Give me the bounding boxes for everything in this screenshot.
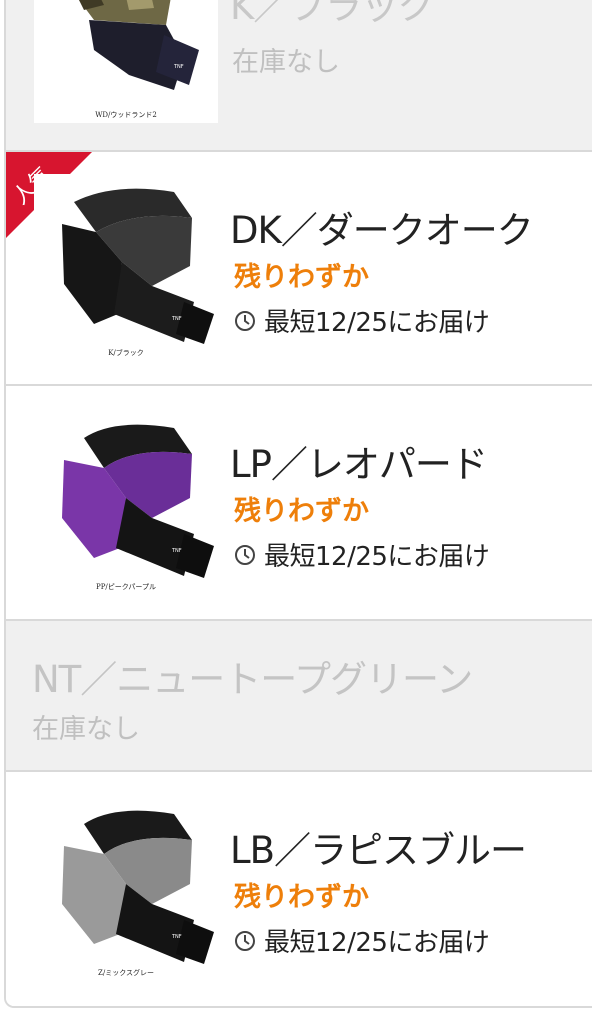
thumbnail-caption: WD/ウッドランド2: [95, 111, 157, 119]
product-thumbnail: TNF WD/ウッドランド2: [34, 0, 218, 123]
color-option-lb[interactable]: TNF Z/ミックスグレー LB／ラピスブルー 残りわずか 最短12/25にお届…: [6, 772, 592, 1006]
svg-text:TNF: TNF: [171, 548, 182, 554]
color-option-dk[interactable]: 人気 TNF K/ブラック DK／ダークオーク 残りわずか 最短12/25にお届…: [6, 152, 592, 386]
svg-text:TNF: TNF: [171, 316, 182, 322]
delivery-text: 最短12/25にお届け: [264, 308, 490, 338]
scarf-image: TNF: [79, 0, 199, 90]
color-option-name: K／ブラック: [230, 0, 434, 28]
stock-status: 残りわずか: [234, 496, 369, 527]
svg-text:TNF: TNF: [173, 64, 184, 70]
color-option-name: LB／ラピスブルー: [230, 829, 527, 872]
thumbnail-caption: K/ブラック: [108, 349, 144, 357]
stock-status: 残りわずか: [234, 882, 369, 913]
color-option-name: LP／レオパード: [230, 443, 488, 486]
color-option-name: DK／ダークオーク: [230, 209, 534, 252]
clock-icon: [235, 544, 255, 565]
scarf-image: TNF: [62, 810, 214, 964]
color-option-list: TNF WD/ウッドランド2 K／ブラック 在庫なし 人気 TNF K/ブラック…: [4, 0, 592, 1008]
clock-icon: [235, 930, 255, 951]
product-thumbnail: TNF K/ブラック: [34, 174, 218, 364]
product-thumbnail: TNF Z/ミックスグレー: [34, 794, 218, 984]
color-option-lp[interactable]: TNF PP/ピークパープル LP／レオパード 残りわずか 最短12/25にお届…: [6, 386, 592, 621]
delivery-info: 最短12/25にお届け: [234, 922, 490, 959]
clock-icon: [235, 310, 255, 331]
delivery-info: 最短12/25にお届け: [234, 536, 490, 573]
stock-status: 残りわずか: [234, 262, 369, 293]
scarf-image: TNF: [62, 188, 214, 344]
product-thumbnail: TNF PP/ピークパープル: [34, 408, 218, 598]
scarf-image: TNF: [62, 424, 214, 578]
svg-text:TNF: TNF: [171, 934, 182, 940]
delivery-text: 最短12/25にお届け: [264, 542, 490, 572]
thumbnail-caption: PP/ピークパープル: [95, 583, 156, 591]
stock-status: 在庫なし: [32, 714, 140, 745]
thumbnail-caption: Z/ミックスグレー: [97, 969, 154, 977]
delivery-text: 最短12/25にお届け: [264, 928, 490, 958]
color-option-nt[interactable]: NT／ニュートープグリーン 在庫なし: [6, 621, 592, 772]
stock-status: 在庫なし: [232, 47, 340, 78]
color-option-wd[interactable]: TNF WD/ウッドランド2 K／ブラック 在庫なし: [6, 0, 592, 152]
color-option-name: NT／ニュートープグリーン: [32, 658, 473, 701]
delivery-info: 最短12/25にお届け: [234, 302, 490, 339]
